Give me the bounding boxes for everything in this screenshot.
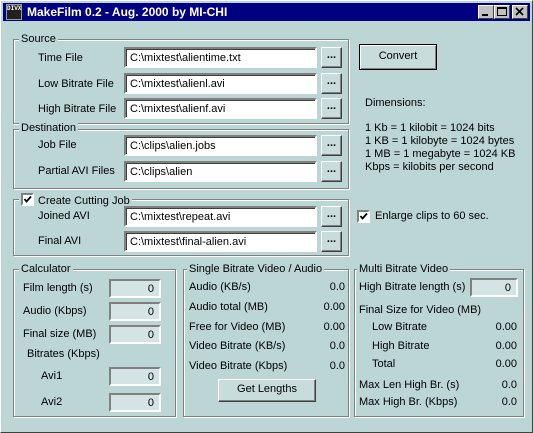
single-row-label: Video Bitrate (KB/s) (189, 340, 286, 352)
time-file-label: Time File (38, 52, 83, 64)
high-bitrate-length-label: High Bitrate length (s) (359, 281, 466, 293)
dimensions-title: Dimensions: (365, 97, 426, 109)
get-lengths-button[interactable]: Get Lengths (218, 379, 316, 402)
close-icon (515, 7, 524, 16)
joined-avi-browse-button[interactable]: ... (321, 206, 342, 227)
checkmark-icon (23, 195, 32, 203)
cutting-job-checkbox[interactable] (21, 193, 34, 206)
multi-row-value: 0.00 (495, 321, 517, 333)
dimensions-line-kb: 1 Kb = 1 kilobit = 1024 bits (365, 122, 495, 134)
maximize-button[interactable] (494, 5, 510, 19)
time-file-browse-button[interactable]: ... (321, 47, 342, 68)
job-file-label: Job File (38, 139, 77, 151)
enlarge-label[interactable]: Enlarge clips to 60 sec. (375, 210, 489, 223)
get-lengths-label: Get Lengths (237, 383, 297, 395)
low-bitrate-input[interactable]: C:\mixtest\alienl.avi (124, 73, 317, 94)
single-row-label: Audio total (MB) (189, 301, 268, 313)
max-high-br-value: 0.0 (501, 396, 517, 408)
multi-row-label: High Bitrate (372, 340, 430, 352)
film-length-label: Film length (s) (23, 282, 93, 294)
max-high-br-label: Max High Br. (Kbps) (359, 396, 458, 408)
high-bitrate-length-input[interactable]: 0 (470, 278, 518, 297)
high-bitrate-label: High Bitrate File (38, 103, 117, 115)
final-avi-input[interactable]: C:\mixtest\final-alien.avi (124, 231, 317, 252)
close-button[interactable] (512, 5, 528, 19)
bitrates-label: Bitrates (Kbps) (27, 348, 100, 360)
title-bar[interactable]: DIVX MakeFilm 0.2 - Aug. 2000 by MI-CHI (3, 3, 530, 21)
final-size-input[interactable]: 0 (109, 325, 161, 344)
max-len-high-value: 0.0 (501, 379, 517, 391)
avi2-input[interactable]: 0 (109, 393, 161, 412)
source-group-label: Source (19, 33, 58, 46)
audio-kbps-label: Audio (Kbps) (23, 305, 87, 317)
film-length-input[interactable]: 0 (109, 279, 161, 298)
window-title: MakeFilm 0.2 - Aug. 2000 by MI-CHI (27, 5, 228, 19)
checkmark-icon (359, 212, 368, 220)
final-size-label: Final size (MB) (23, 328, 97, 340)
partial-avi-browse-button[interactable]: ... (321, 161, 342, 182)
avi1-label: Avi1 (41, 370, 63, 382)
single-row-value: 0.00 (323, 321, 345, 333)
multi-row-value: 0.00 (495, 340, 517, 352)
convert-button[interactable]: Convert (359, 44, 437, 70)
time-file-input[interactable]: C:\mixtest\alientime.txt (124, 47, 317, 68)
audio-kbps-input[interactable]: 0 (109, 302, 161, 321)
app-icon[interactable]: DIVX (6, 4, 22, 20)
single-bitrate-group-label: Single Bitrate Video / Audio (187, 263, 325, 276)
main-window: DIVX MakeFilm 0.2 - Aug. 2000 by MI-CHI … (0, 0, 533, 433)
single-row-value: 0.0 (329, 340, 345, 352)
single-row-value: 0.0 (329, 281, 345, 293)
low-bitrate-browse-button[interactable]: ... (321, 73, 342, 94)
multi-row-label: Low Bitrate (372, 321, 428, 333)
partial-avi-input[interactable]: C:\clips\alien (124, 161, 317, 182)
high-bitrate-browse-button[interactable]: ... (321, 98, 342, 119)
avi1-input[interactable]: 0 (109, 367, 161, 386)
minimize-icon (482, 14, 488, 16)
dimensions-line-megabyte: 1 MB = 1 megabyte = 1024 KB (365, 148, 516, 160)
final-size-video-label: Final Size for Video (MB) (359, 304, 482, 316)
destination-group-label: Destination (19, 122, 79, 135)
single-row-value: 0.00 (323, 301, 345, 313)
cutting-job-checkbox-wrap[interactable]: Create Cutting Job (19, 193, 132, 208)
joined-avi-input[interactable]: C:\mixtest\repeat.avi (124, 206, 317, 227)
single-row-label: Video Bitrate (Kbps) (189, 360, 288, 372)
final-avi-label: Final AVI (38, 235, 82, 247)
high-bitrate-input[interactable]: C:\mixtest\alienf.avi (124, 98, 317, 119)
max-len-high-label: Max Len High Br. (s) (359, 379, 460, 391)
single-row-label: Audio (KB/s) (189, 281, 251, 293)
partial-avi-label: Partial AVI Files (38, 165, 115, 177)
dimensions-line-kilobyte: 1 KB = 1 kilobyte = 1024 bytes (365, 135, 515, 147)
joined-avi-label: Joined AVI (38, 210, 90, 222)
final-avi-browse-button[interactable]: ... (321, 231, 342, 252)
single-row-value: 0.0 (329, 360, 345, 372)
multi-row-value: 0.00 (495, 358, 517, 370)
multi-bitrate-group-label: Multi Bitrate Video (357, 263, 451, 276)
convert-label: Convert (378, 50, 418, 62)
low-bitrate-label: Low Bitrate File (38, 78, 114, 90)
single-row-label: Free for Video (MB) (189, 321, 286, 333)
calculator-group-label: Calculator (19, 263, 73, 276)
dimensions-line-kbps: Kbps = kilobits per second (365, 161, 494, 173)
avi2-label: Avi2 (41, 396, 63, 408)
minimize-button[interactable] (478, 5, 494, 19)
enlarge-checkbox[interactable] (357, 210, 370, 223)
maximize-icon (497, 7, 507, 16)
job-file-browse-button[interactable]: ... (321, 135, 342, 156)
multi-row-label: Total (372, 358, 396, 370)
job-file-input[interactable]: C:\clips\alien.jobs (124, 135, 317, 156)
cutting-job-label: Create Cutting Job (38, 195, 130, 207)
